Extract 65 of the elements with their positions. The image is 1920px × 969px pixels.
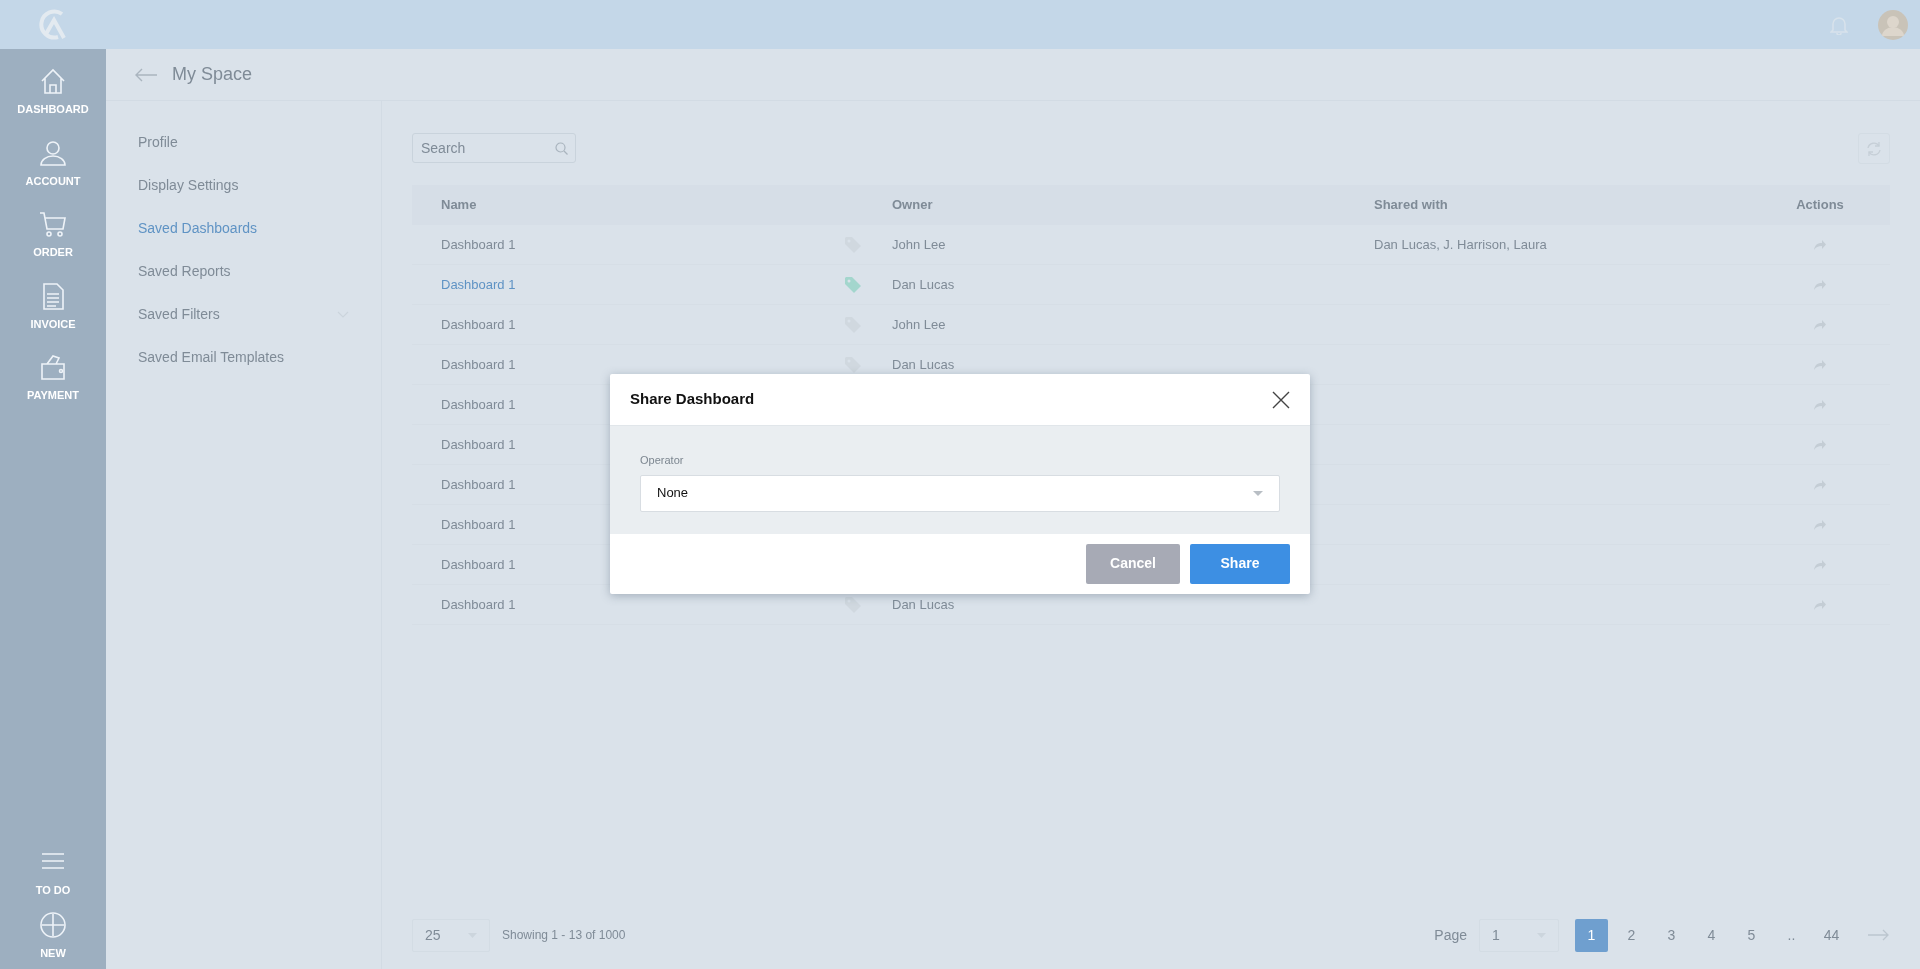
table-cell: Dan Lucas: [892, 356, 955, 372]
table-cell-text: Dashboard 1: [441, 435, 516, 454]
table-cell-text: Dashboard 1: [441, 475, 516, 494]
page-button[interactable]: 1: [1575, 918, 1608, 952]
close-icon[interactable]: [1272, 390, 1290, 409]
next-page-arrow-icon[interactable]: [1868, 929, 1890, 941]
page-button[interactable]: 4: [1695, 918, 1728, 952]
tag-icon: [844, 595, 862, 614]
table-cell: John Lee: [892, 316, 946, 332]
table-cell: Dan Lucas: [892, 276, 955, 292]
sidebar-item[interactable]: Saved Dashboards: [138, 217, 258, 239]
nav-item-label[interactable]: NEW: [40, 944, 66, 961]
page-label: Page: [1434, 925, 1467, 945]
table-cell-text: Dashboard 1: [441, 355, 516, 374]
page-title: My Space: [172, 63, 253, 86]
share-button[interactable]: Share: [1190, 543, 1290, 584]
per-page-select[interactable]: 25: [412, 918, 490, 952]
nav-item-label[interactable]: PAYMENT: [27, 387, 79, 404]
operator-select[interactable]: None: [640, 474, 1280, 512]
nav-item-label[interactable]: INVOICE: [30, 315, 76, 332]
nav-item-label[interactable]: DASHBOARD: [17, 101, 89, 118]
nav-item-label[interactable]: TO DO: [35, 882, 71, 899]
back-arrow-icon[interactable]: [134, 67, 158, 82]
wallet-icon: [39, 353, 67, 381]
table-cell-text: Dashboard 1: [441, 395, 516, 414]
sidebar-item[interactable]: Display Settings: [138, 174, 239, 196]
table-cell-text: Dashboard 1: [441, 555, 516, 574]
sidebar-item[interactable]: Saved Reports: [138, 260, 231, 282]
cancel-button[interactable]: Cancel: [1086, 543, 1180, 584]
cart-icon: [39, 210, 67, 238]
table-cell-text: Dashboard 1: [441, 235, 516, 254]
dialog-title: Share Dashboard: [630, 389, 755, 410]
page-button[interactable]: 44: [1815, 918, 1848, 952]
column-header[interactable]: Name: [412, 195, 892, 215]
table-cell-text: Dashboard 1: [441, 515, 516, 534]
sidebar-item[interactable]: Saved Filters: [138, 303, 220, 325]
page-button[interactable]: 2: [1615, 918, 1648, 952]
column-header[interactable]: Owner: [892, 195, 1374, 215]
sidebar-item[interactable]: Profile: [138, 131, 178, 153]
table-cell-text: Dashboard 1: [441, 595, 516, 614]
sidebar-item[interactable]: Saved Email Templates: [138, 346, 285, 368]
tag-icon: [844, 275, 862, 294]
nav-item-label[interactable]: ACCOUNT: [25, 172, 81, 189]
page-select[interactable]: 1: [1479, 918, 1559, 952]
page-button[interactable]: 5: [1735, 918, 1768, 952]
person-icon: [39, 138, 67, 167]
table-cell: Dan Lucas: [892, 596, 955, 612]
page-button[interactable]: 3: [1655, 918, 1688, 952]
dropdown-caret-icon: [1253, 490, 1263, 496]
search-field[interactable]: Search: [412, 133, 576, 163]
table-cell: Dan Lucas, J. Harrison, Laura: [1374, 236, 1547, 252]
search-icon: [555, 142, 568, 155]
table-cell: John Lee: [892, 236, 946, 252]
table-cell-text: Dashboard 1: [441, 275, 516, 294]
table-cell-text: Dashboard 1: [441, 315, 516, 334]
results-summary: Showing 1 - 13 of 1000: [502, 927, 626, 944]
column-header[interactable]: Shared with: [1374, 195, 1750, 215]
avatar-icon[interactable]: [1878, 9, 1908, 40]
page-button[interactable]: ..: [1775, 918, 1808, 952]
field-label: Operator: [640, 453, 685, 468]
house-icon: [39, 67, 67, 95]
plus-circle-icon: [39, 910, 67, 939]
column-header[interactable]: Actions: [1750, 195, 1890, 215]
tag-icon: [844, 355, 862, 374]
nav-item-label[interactable]: ORDER: [33, 244, 73, 261]
